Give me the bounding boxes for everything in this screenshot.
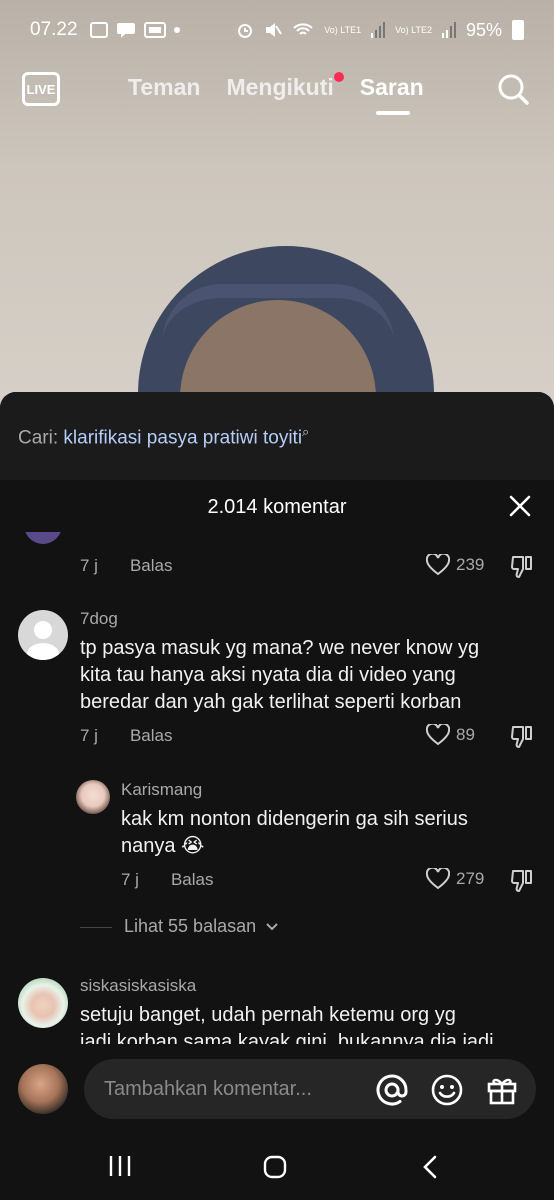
chevron-down-icon bbox=[266, 923, 278, 931]
comment-line: setuju banget, udah pernah ketemu org yg bbox=[80, 1004, 456, 1026]
like-button[interactable]: 239 bbox=[426, 554, 484, 576]
search-small-icon: ⌕ bbox=[302, 424, 310, 439]
comment-input-placeholder: Tambahkan komentar... bbox=[104, 1077, 312, 1100]
gallery-icon bbox=[89, 22, 108, 38]
alarm-icon bbox=[238, 24, 253, 38]
signal-icon-2 bbox=[441, 22, 456, 38]
avatar[interactable] bbox=[18, 978, 68, 1028]
comment-line: kak km nonton didengerin ga sih serius bbox=[121, 808, 468, 830]
comment-list[interactable]: 7 j Balas 239 7dog tp pasya masuk yg man… bbox=[0, 532, 554, 1044]
comment-time: 7 j bbox=[80, 726, 98, 745]
mute-icon bbox=[266, 23, 283, 37]
dislike-icon[interactable] bbox=[510, 868, 536, 894]
reply-text: kak km nonton didengerin ga sih serius n… bbox=[121, 806, 468, 860]
comment-username[interactable]: 7dog bbox=[80, 609, 118, 629]
tab-saran[interactable]: Saran bbox=[360, 74, 424, 115]
like-count: 279 bbox=[456, 869, 485, 888]
reply-button[interactable]: Balas bbox=[130, 556, 173, 576]
search-suggestion-prefix: Cari: bbox=[18, 427, 59, 449]
comment-meta: 7 j Balas bbox=[80, 556, 173, 576]
notification-dot bbox=[333, 72, 344, 82]
avatar[interactable] bbox=[24, 532, 62, 544]
status-dot-icon bbox=[173, 27, 180, 33]
battery-percent: 95% bbox=[465, 19, 502, 40]
search-suggestion[interactable]: Cari: klarifikasi pasya pratiwi toyiti⌕ bbox=[0, 392, 554, 480]
comment-time: 7 j bbox=[80, 556, 98, 575]
like-count: 89 bbox=[456, 725, 475, 744]
tab-mengikuti[interactable]: Mengikuti bbox=[226, 72, 344, 101]
home-icon[interactable] bbox=[262, 1154, 288, 1180]
chat-icon bbox=[116, 23, 135, 38]
live-label: LIVE bbox=[26, 81, 56, 97]
status-left-icons bbox=[89, 21, 180, 39]
live-button[interactable]: LIVE bbox=[22, 72, 60, 106]
heart-icon bbox=[426, 724, 450, 746]
comment-text-partial bbox=[80, 532, 480, 534]
tab-teman[interactable]: Teman bbox=[128, 74, 200, 101]
feed-tabs: Teman Mengikuti Saran bbox=[128, 72, 424, 115]
avatar[interactable] bbox=[76, 780, 110, 814]
comment-line: tp pasya masuk yg mana? we never know yg bbox=[80, 637, 480, 659]
like-button[interactable]: 279 bbox=[426, 868, 484, 890]
status-bar: 07.22 Vo) LTE1 Vo) LTE2 95% bbox=[0, 0, 554, 60]
default-avatar-icon bbox=[27, 621, 59, 660]
wifi-icon bbox=[293, 23, 313, 35]
heart-icon bbox=[426, 868, 450, 890]
recent-apps-icon[interactable] bbox=[108, 1154, 132, 1178]
gift-icon[interactable] bbox=[486, 1074, 518, 1106]
my-avatar bbox=[18, 1064, 68, 1114]
signal-label-2: Vo) LTE2 bbox=[395, 24, 432, 35]
webtoon-icon bbox=[143, 22, 166, 38]
comment-input[interactable]: Tambahkan komentar... bbox=[84, 1059, 536, 1119]
close-icon[interactable] bbox=[508, 494, 532, 518]
video-background[interactable] bbox=[0, 0, 554, 420]
search-suggestion-query[interactable]: klarifikasi pasya pratiwi toyiti bbox=[63, 427, 302, 448]
emoji-icon[interactable] bbox=[431, 1074, 463, 1106]
comment-line: nanya 😭 bbox=[121, 835, 205, 857]
comment-input-bar: Tambahkan komentar... bbox=[0, 1052, 554, 1128]
signal-icon-1 bbox=[371, 22, 386, 38]
avatar[interactable] bbox=[18, 610, 68, 660]
comment-count-title: 2.014 komentar bbox=[207, 496, 347, 518]
comment-line: jadi korban sama kayak gini, bukannya di… bbox=[80, 1031, 494, 1044]
search-icon[interactable] bbox=[496, 72, 530, 106]
comment-username[interactable]: siskasiskasiska bbox=[80, 976, 196, 996]
comment-text: setuju banget, udah pernah ketemu org yg… bbox=[80, 1002, 494, 1044]
comment-meta: 7 j Balas bbox=[80, 726, 173, 746]
signal-label-1: Vo) LTE1 bbox=[324, 24, 362, 35]
reply-button[interactable]: Balas bbox=[130, 726, 173, 746]
replies-divider bbox=[80, 927, 112, 928]
system-nav-bar bbox=[0, 1134, 554, 1200]
status-right: Vo) LTE1 Vo) LTE2 95% bbox=[236, 20, 524, 41]
like-count: 239 bbox=[456, 555, 485, 574]
dislike-icon[interactable] bbox=[510, 724, 536, 750]
comment-text: tp pasya masuk yg mana? we never know yg… bbox=[80, 635, 479, 716]
mention-icon[interactable] bbox=[376, 1074, 408, 1106]
comment-time: 7 j bbox=[121, 870, 139, 889]
like-button[interactable]: 89 bbox=[426, 724, 475, 746]
comment-meta: 7 j Balas bbox=[121, 870, 214, 890]
view-replies-label: Lihat 55 balasan bbox=[124, 916, 257, 936]
reply-username[interactable]: Karismang bbox=[121, 780, 202, 800]
status-time: 07.22 bbox=[30, 19, 78, 40]
reply-button[interactable]: Balas bbox=[171, 870, 214, 890]
tab-mengikuti-label: Mengikuti bbox=[226, 74, 334, 100]
dislike-icon[interactable] bbox=[510, 554, 536, 580]
comment-line: beredar dan yah gak terlihat seperti kor… bbox=[80, 691, 462, 713]
battery-icon bbox=[512, 20, 524, 40]
back-icon[interactable] bbox=[420, 1154, 440, 1180]
view-replies-button[interactable]: Lihat 55 balasan bbox=[124, 916, 279, 937]
comment-line: kita tau hanya aksi nyata dia di video y… bbox=[80, 664, 456, 686]
heart-icon bbox=[426, 554, 450, 576]
top-nav: LIVE Teman Mengikuti Saran bbox=[0, 66, 554, 116]
